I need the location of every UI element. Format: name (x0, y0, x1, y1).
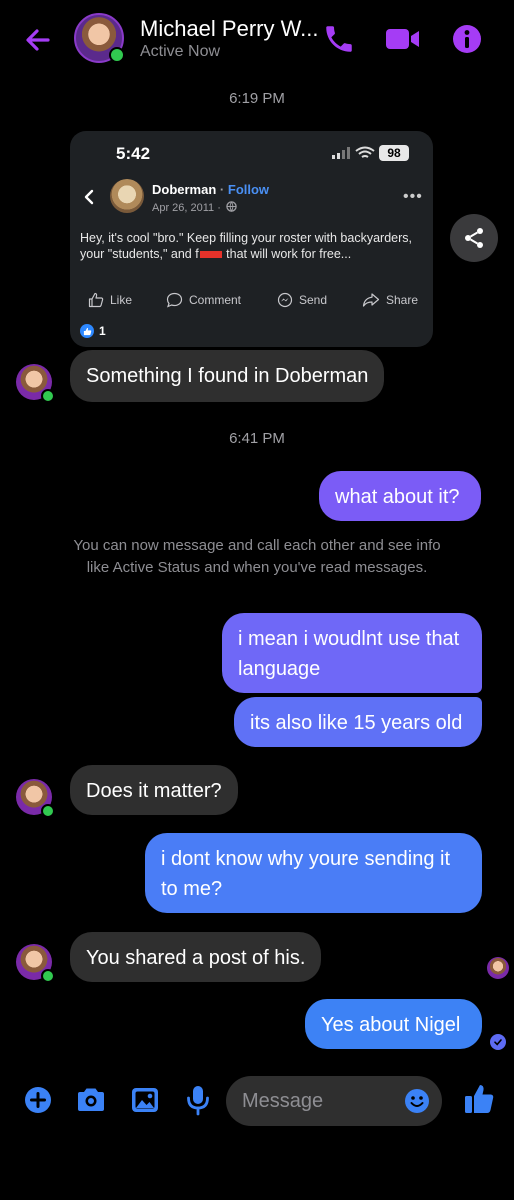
message-input[interactable]: Message (226, 1076, 442, 1126)
globe-icon (226, 201, 237, 212)
redaction-mark (199, 251, 222, 259)
timestamp: 6:19 PM (229, 90, 285, 107)
read-receipt-avatar (487, 957, 509, 979)
post-author-name: Doberman (152, 182, 217, 197)
thumbs-up-icon (465, 1085, 494, 1113)
shared-post-card[interactable]: 5:42 98 Doberman · Follow Apr 26, 2011 ·… (70, 131, 433, 347)
message-outgoing[interactable]: what about it? (319, 471, 481, 521)
messenger-icon (277, 292, 293, 308)
share-icon (465, 228, 483, 248)
voice-call-button[interactable] (322, 22, 356, 56)
message-outgoing[interactable]: i dont know why youre sending it to me? (145, 833, 482, 913)
like-outline-icon (88, 292, 104, 308)
message-outgoing[interactable]: its also like 15 years old (234, 697, 482, 747)
post-date-text: Apr 26, 2011 · (152, 202, 221, 214)
comment-icon (166, 292, 183, 308)
post-like-action: Like (88, 292, 132, 308)
phone-icon (326, 26, 352, 52)
post-text: Hey, it's cool "bro." Keep filling your … (80, 230, 425, 262)
message-outgoing[interactable]: Yes about Nigel (305, 999, 482, 1049)
voice-message-button[interactable] (184, 1084, 212, 1116)
video-camera-icon (386, 29, 419, 49)
back-button[interactable] (22, 24, 54, 56)
thumbs-up-button[interactable] (462, 1082, 496, 1116)
gallery-button[interactable] (128, 1084, 162, 1116)
add-attachment-button[interactable] (22, 1084, 54, 1116)
camera-icon (78, 1088, 104, 1111)
like-count-number: 1 (99, 324, 106, 338)
post-date: Apr 26, 2011 · (152, 201, 237, 214)
post-like-count: 1 (80, 324, 106, 338)
post-comment-action: Comment (166, 292, 241, 308)
gallery-icon (132, 1088, 158, 1112)
sent-check-icon (490, 1034, 506, 1050)
post-follow-link: Follow (227, 182, 270, 197)
post-share-action: Share (362, 292, 418, 308)
emoji-icon (405, 1089, 429, 1113)
share-button[interactable] (450, 214, 498, 262)
more-options-icon: ••• (403, 188, 423, 205)
message-outgoing[interactable]: i mean i woudlnt use that language (222, 613, 482, 693)
post-text-part2: that will work for free... (226, 247, 352, 261)
post-like-label: Like (110, 293, 133, 307)
contact-status: Active Now (140, 43, 221, 60)
microphone-icon (187, 1086, 209, 1116)
post-back-icon (82, 189, 96, 205)
post-send-label: Send (299, 293, 328, 307)
online-indicator (41, 389, 55, 403)
emoji-button[interactable] (404, 1088, 430, 1114)
message-placeholder: Message (242, 1090, 324, 1112)
info-button[interactable] (450, 22, 484, 56)
share-arrow-icon (362, 293, 380, 307)
camera-button[interactable] (74, 1084, 108, 1116)
post-author-line: Doberman · Follow (152, 182, 270, 197)
phone-time: 5:42 (116, 144, 151, 163)
timestamp: 6:41 PM (229, 430, 285, 447)
like-reaction-icon (80, 324, 94, 338)
video-call-button[interactable] (384, 22, 422, 56)
message-incoming[interactable]: Does it matter? (70, 765, 238, 815)
post-share-label: Share (386, 293, 419, 307)
online-indicator (41, 969, 55, 983)
battery-indicator: 98 (379, 145, 409, 161)
post-author-avatar (110, 179, 144, 213)
contact-name[interactable]: Michael Perry W... (140, 16, 318, 42)
info-icon (453, 25, 481, 53)
message-incoming[interactable]: You shared a post of his. (70, 932, 322, 982)
online-indicator (109, 47, 125, 63)
online-indicator (41, 804, 55, 818)
system-notice: You can now message and call each other … (73, 537, 441, 576)
plus-icon (25, 1087, 51, 1113)
message-incoming[interactable]: Something I found in Doberman (70, 350, 385, 402)
back-arrow-icon (26, 29, 50, 51)
post-send-action: Send (277, 292, 327, 308)
post-comment-label: Comment (189, 293, 242, 307)
